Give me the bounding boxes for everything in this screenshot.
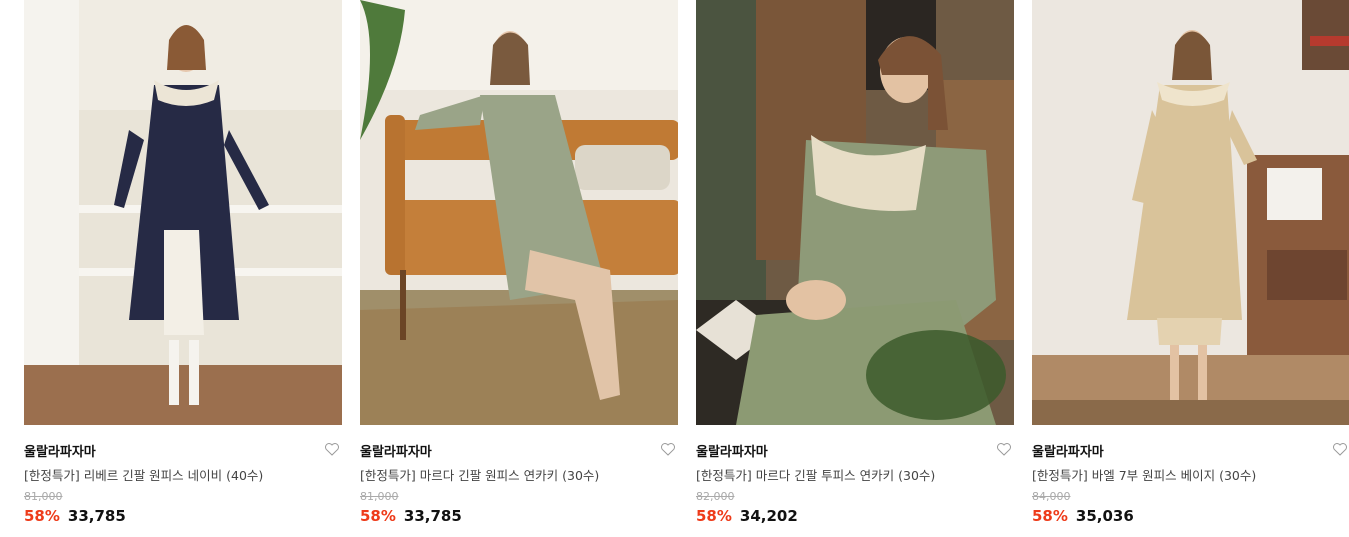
- product-image[interactable]: [696, 0, 1014, 425]
- brand-name[interactable]: 울랄라파자마: [696, 441, 768, 460]
- heart-outline-icon[interactable]: [324, 441, 340, 457]
- product-name[interactable]: [한정특가] 마르다 긴팔 원피스 연카키 (30수): [360, 465, 599, 484]
- sale-price: 33,785: [403, 507, 462, 525]
- product-name[interactable]: [한정특가] 리베르 긴팔 원피스 네이비 (40수): [24, 465, 263, 484]
- discount-rate: 58%: [696, 507, 732, 525]
- sale-price: 35,036: [1075, 507, 1134, 525]
- product-grid: 울랄라파자마 [한정특가] 리베르 긴팔 원피스 네이비 (40수) 81,00…: [0, 0, 1349, 537]
- sale-price: 33,785: [67, 507, 126, 525]
- price-row: 58% 34,202: [696, 507, 798, 525]
- price-row: 58% 35,036: [1032, 507, 1134, 525]
- product-photo-placeholder: [1032, 0, 1349, 425]
- original-price: 82,000: [696, 490, 735, 503]
- discount-rate: 58%: [1032, 507, 1068, 525]
- product-name[interactable]: [한정특가] 바엘 7부 원피스 베이지 (30수): [1032, 465, 1256, 484]
- product-card[interactable]: 울랄라파자마 [한정특가] 마르다 긴팔 원피스 연카키 (30수) 81,00…: [360, 0, 678, 537]
- brand-name[interactable]: 울랄라파자마: [1032, 441, 1104, 460]
- price-row: 58% 33,785: [24, 507, 126, 525]
- product-image[interactable]: [24, 0, 342, 425]
- product-name[interactable]: [한정특가] 마르다 긴팔 투피스 연카키 (30수): [696, 465, 935, 484]
- brand-name[interactable]: 울랄라파자마: [24, 441, 96, 460]
- product-photo-placeholder: [360, 0, 678, 425]
- discount-rate: 58%: [360, 507, 396, 525]
- original-price: 81,000: [24, 490, 63, 503]
- original-price: 81,000: [360, 490, 399, 503]
- product-card[interactable]: 울랄라파자마 [한정특가] 마르다 긴팔 투피스 연카키 (30수) 82,00…: [696, 0, 1014, 537]
- product-photo-placeholder: [696, 0, 1014, 425]
- product-image[interactable]: [360, 0, 678, 425]
- heart-outline-icon[interactable]: [660, 441, 676, 457]
- heart-outline-icon[interactable]: [1332, 441, 1348, 457]
- sale-price: 34,202: [739, 507, 798, 525]
- original-price: 84,000: [1032, 490, 1071, 503]
- heart-outline-icon[interactable]: [996, 441, 1012, 457]
- product-card[interactable]: 울랄라파자마 [한정특가] 리베르 긴팔 원피스 네이비 (40수) 81,00…: [24, 0, 342, 537]
- discount-rate: 58%: [24, 507, 60, 525]
- product-photo-placeholder: [24, 0, 342, 425]
- product-image[interactable]: [1032, 0, 1349, 425]
- brand-name[interactable]: 울랄라파자마: [360, 441, 432, 460]
- product-card[interactable]: 울랄라파자마 [한정특가] 바엘 7부 원피스 베이지 (30수) 84,000…: [1032, 0, 1349, 537]
- price-row: 58% 33,785: [360, 507, 462, 525]
